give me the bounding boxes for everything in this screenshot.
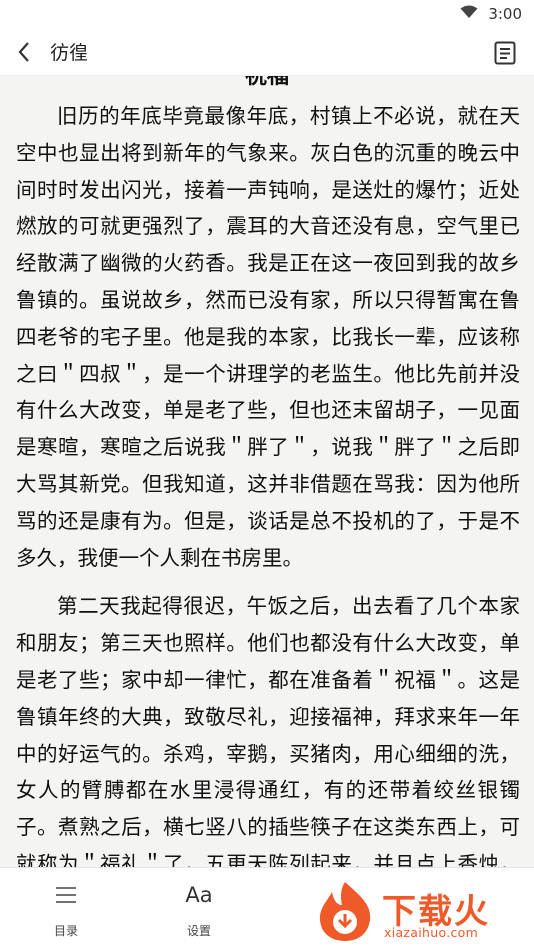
wifi-icon	[460, 5, 478, 23]
status-time: 3:00	[488, 5, 522, 23]
watermark-url: xiazaihuo.com	[384, 925, 479, 940]
font-size-icon: Aa	[185, 883, 213, 907]
reading-area[interactable]: 祝福 旧历的年底毕竟最像年底，村镇上不必说，就在天空中也显出将到新年的气象来。灰…	[0, 76, 534, 867]
chapter-content: 旧历的年底毕竟最像年底，村镇上不必说，就在天空中也显出将到新年的气象来。灰白色的…	[16, 98, 520, 867]
paragraph: 旧历的年底毕竟最像年底，村镇上不必说，就在天空中也显出将到新年的气象来。灰白色的…	[16, 104, 520, 570]
top-nav-bar: 彷徨	[0, 28, 534, 76]
settings-label: 设置	[186, 924, 211, 938]
document-list-icon	[494, 41, 516, 65]
flame-logo-icon	[319, 882, 371, 941]
settings-button[interactable]: Aa 设置	[169, 880, 229, 939]
paragraph: 第二天我起得很迟，午饭之后，出去看了几个本家和朋友；第三天也照样。他们也都没有什…	[16, 594, 520, 867]
chapter-title: 祝福	[244, 76, 289, 89]
chevron-left-icon	[18, 41, 29, 62]
back-button[interactable]	[0, 28, 48, 76]
toc-button[interactable]: 目录	[36, 880, 96, 939]
status-bar: 3:00	[0, 0, 534, 28]
list-icon	[55, 880, 77, 910]
toc-label: 目录	[53, 924, 78, 938]
watermark-logo: 下载火 xiazaihuo.com	[312, 878, 528, 944]
catalog-button[interactable]	[490, 38, 520, 68]
book-title: 彷徨	[50, 42, 89, 64]
